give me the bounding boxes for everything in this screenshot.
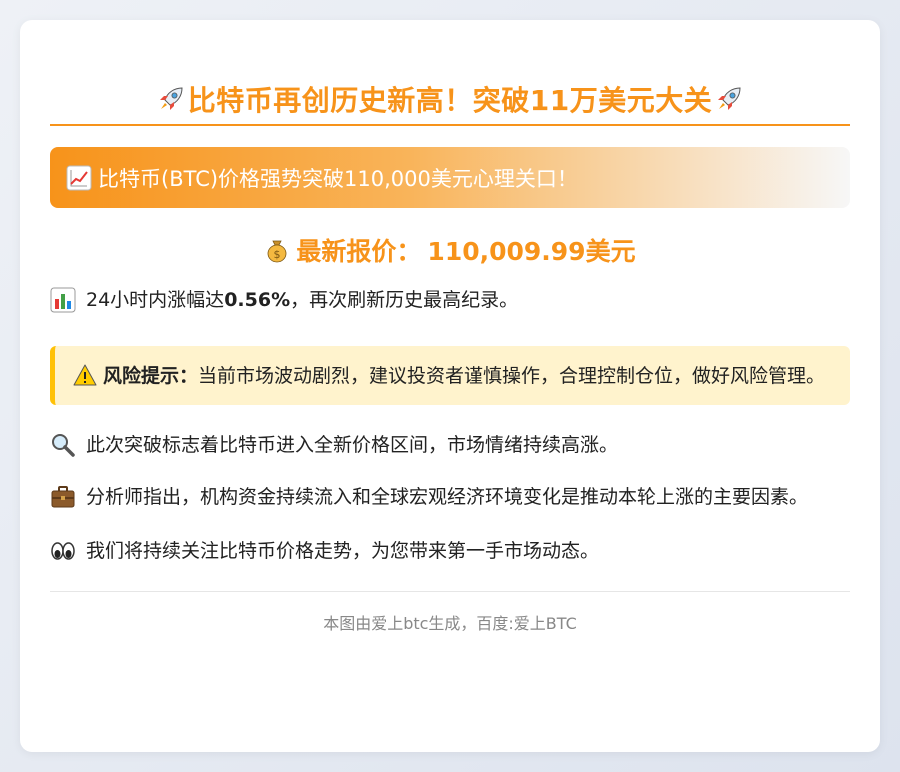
banner-text: 比特币(BTC)价格强势突破110,000美元心理关口！ (98, 166, 578, 191)
change-prefix: 24小时内涨幅达 (86, 289, 225, 311)
warning-icon (73, 364, 97, 386)
price-label: 最新报价： (296, 237, 422, 266)
paragraph-text: 分析师指出，机构资金持续流入和全球宏观经济环境变化是推动本轮上涨的主要因素。 (86, 486, 809, 508)
paragraph-follow: 我们将持续关注比特币价格走势，为您带来第一手市场动态。 (50, 535, 850, 567)
title-row: 比特币再创历史新高！突破11万美元大关 (50, 78, 850, 120)
footer-divider (50, 591, 850, 592)
rocket-icon (718, 87, 741, 110)
chart-increasing-icon (66, 165, 92, 190)
risk-warning-box: 风险提示：当前市场波动剧烈，建议投资者谨慎操作，合理控制仓位，做好风险管理。 (50, 346, 850, 405)
paragraph-analysts: 分析师指出，机构资金持续流入和全球宏观经济环境变化是推动本轮上涨的主要因素。 (50, 481, 850, 513)
change-percent: 0.56% (224, 289, 291, 311)
magnifier-icon (52, 434, 75, 457)
svg-text:$: $ (274, 248, 281, 261)
warning-label: 风险提示： (103, 365, 199, 387)
price-row: $ 最新报价： 110,009.99美元 (50, 232, 850, 268)
eyes-icon (51, 542, 75, 560)
article-card: 比特币再创历史新高！突破11万美元大关 比特币(BTC)价格强势突破110,00… (20, 20, 880, 752)
footer-credit: 本图由爱上btc生成，百度:爱上BTC (323, 614, 577, 633)
briefcase-icon (51, 486, 75, 508)
paragraph-text: 此次突破标志着比特币进入全新价格区间，市场情绪持续高涨。 (86, 434, 619, 456)
warning-text: 当前市场波动剧烈，建议投资者谨慎操作，合理控制仓位，做好风险管理。 (198, 365, 826, 387)
title-divider (50, 124, 850, 126)
bar-chart-icon (50, 287, 76, 313)
change-suffix: ，再次刷新历史最高纪录。 (290, 289, 519, 311)
change-paragraph: 24小时内涨幅达0.56%，再次刷新历史最高纪录。 (50, 284, 850, 316)
paragraph-text: 我们将持续关注比特币价格走势，为您带来第一手市场动态。 (86, 540, 600, 562)
headline-banner: 比特币(BTC)价格强势突破110,000美元心理关口！ (50, 147, 850, 208)
money-bag-icon: $ (268, 240, 287, 263)
price-value: 110,009.99美元 (427, 237, 636, 266)
rocket-icon (159, 87, 183, 110)
paragraph-breakthrough: 此次突破标志着比特币进入全新价格区间，市场情绪持续高涨。 (50, 429, 850, 461)
page-title: 比特币再创历史新高！突破11万美元大关 (187, 84, 713, 117)
